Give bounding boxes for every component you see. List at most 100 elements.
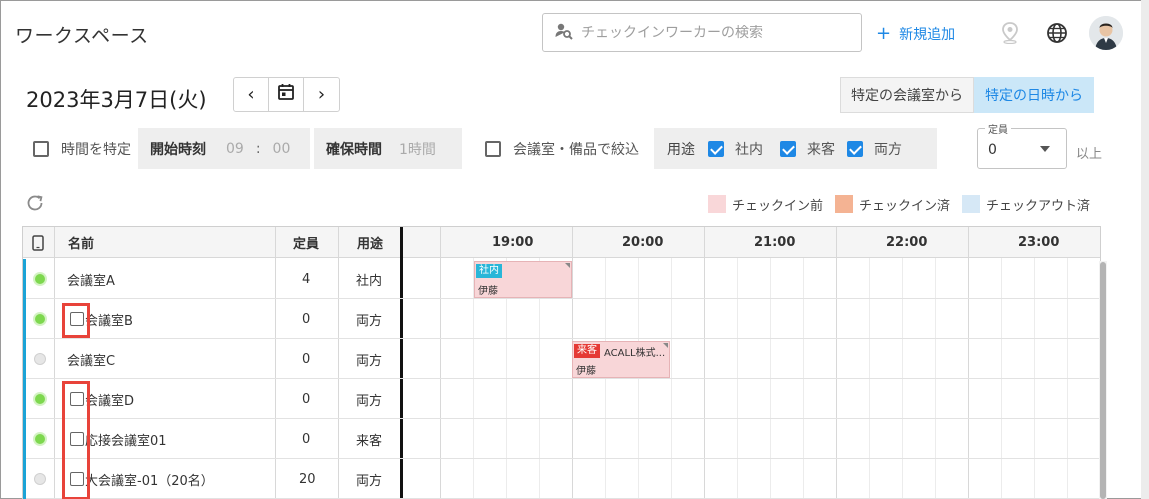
start-time-label: 開始時刻: [150, 141, 206, 158]
row-indicator: [23, 339, 26, 379]
user-avatar[interactable]: [1089, 16, 1123, 50]
status-dot: [35, 434, 45, 444]
hour-header-20: 20:00: [622, 235, 664, 250]
calendar-button[interactable]: [269, 78, 304, 111]
room-purpose: 来客: [356, 433, 383, 449]
row-indicator: [23, 299, 26, 339]
purpose-internal-label: 社内: [735, 141, 763, 158]
row-indicator: [23, 379, 26, 419]
start-minute-input[interactable]: 00: [273, 141, 291, 157]
room-capacity: 4: [302, 271, 311, 287]
room-capacity: 20: [299, 471, 316, 487]
room-name: 大会議室-01（20名）: [85, 473, 214, 489]
add-new-label: 新規追加: [899, 27, 956, 43]
table-row[interactable]: 会議室B 0 両方: [23, 299, 1100, 339]
status-legend: チェックイン前 チェックイン済 チェックアウト済: [708, 195, 1091, 214]
view-by-room-button[interactable]: 特定の会議室から: [840, 77, 974, 113]
duration-select[interactable]: 1時間: [399, 139, 436, 159]
room-name: 会議室D: [85, 393, 135, 409]
purpose-label: 用途: [667, 141, 695, 158]
purpose-group: 用途 社内 来客 両方: [654, 128, 937, 169]
hour-header-21: 21:00: [754, 235, 796, 250]
reservation-person: 伊藤: [478, 286, 498, 297]
room-name[interactable]: 会議室C: [67, 339, 115, 379]
highlight-box: [62, 303, 90, 338]
view-by-datetime-button[interactable]: 特定の日時から: [974, 77, 1094, 113]
purpose-tag-internal: 社内: [476, 264, 502, 278]
status-dot: [35, 354, 45, 364]
chevron-left-icon: ‹: [247, 84, 255, 105]
room-purpose: 両方: [356, 313, 383, 329]
table-row[interactable]: 会議室C 0 両方: [23, 339, 1100, 379]
search-input[interactable]: [581, 24, 851, 41]
legend-swatch-before-checkin: [708, 195, 726, 213]
purpose-both-checkbox[interactable]: [847, 140, 863, 157]
table-row[interactable]: 会議室D 0 両方: [23, 379, 1100, 419]
purpose-internal-checkbox[interactable]: [708, 140, 724, 157]
room-name: 会議室B: [85, 313, 133, 329]
filter-bar: 時間を特定 開始時刻 09 : 00 確保時間 1時間 会議室・備品で絞込 用途…: [26, 128, 937, 169]
device-icon: [32, 235, 44, 255]
capacity-value: 0: [988, 142, 997, 158]
reservation-block[interactable]: 社内 伊藤: [474, 261, 572, 298]
status-dot: [35, 474, 45, 484]
capacity-legend: 定員: [985, 121, 1011, 136]
table-header: 名前 定員 用途 19:00 20:00 21:00 22:00 23:00: [23, 227, 1100, 258]
narrow-by-room-checkbox[interactable]: [485, 140, 501, 157]
caret-down-icon: [1040, 146, 1050, 152]
capacity-select[interactable]: 定員 0: [977, 121, 1067, 169]
legend-swatch-checked-out: [962, 195, 981, 213]
add-new-button[interactable]: + 新規追加: [876, 24, 955, 44]
room-name: 応接会議室01: [85, 433, 167, 449]
room-name-cell[interactable]: 大会議室-01（20名）: [70, 459, 214, 499]
hour-header-19: 19:00: [492, 235, 534, 250]
next-day-button[interactable]: ›: [304, 78, 339, 111]
narrow-by-room-label: 会議室・備品で絞込: [513, 141, 639, 158]
hour-header-22: 22:00: [886, 235, 928, 250]
refresh-icon[interactable]: [25, 193, 45, 217]
scrollbar-thumb[interactable]: [1100, 262, 1106, 499]
purpose-both-label: 両方: [874, 141, 902, 158]
row-indicator: [23, 259, 26, 299]
duration-label: 確保時間: [326, 141, 382, 158]
date-title: 2023年3月7日(火): [26, 88, 207, 112]
start-hour-input[interactable]: 09: [226, 141, 244, 157]
location-pin-icon[interactable]: [1001, 22, 1019, 48]
window-edge: [1141, 0, 1149, 499]
table-row[interactable]: 応接会議室01 0 来客: [23, 419, 1100, 459]
reservation-corner: [565, 263, 570, 268]
legend-checked-out: チェックアウト済: [986, 198, 1091, 214]
row-indicator: [23, 419, 26, 459]
view-toggle: 特定の会議室から 特定の日時から: [840, 77, 1094, 113]
globe-icon[interactable]: [1046, 22, 1068, 48]
purpose-tag-visitor: 来客: [574, 344, 600, 358]
status-dot: [35, 394, 45, 404]
legend-before-checkin: チェックイン前: [732, 198, 824, 214]
purpose-visitor-checkbox[interactable]: [780, 140, 796, 157]
calendar-icon: [277, 83, 295, 106]
col-header-name: 名前: [68, 237, 95, 252]
highlight-box: [62, 381, 90, 499]
reservation-block[interactable]: 来客 ACALL株式... 伊藤: [572, 341, 670, 378]
reservation-title: ACALL株式...: [604, 348, 666, 359]
specify-time-checkbox[interactable]: [33, 140, 49, 157]
room-purpose: 両方: [356, 473, 383, 489]
room-name[interactable]: 会議室A: [67, 259, 115, 299]
duration-group: 確保時間 1時間: [314, 128, 462, 169]
table-row[interactable]: 大会議室-01（20名） 20 両方: [23, 459, 1100, 499]
date-navigation: ‹ ›: [233, 77, 340, 112]
status-dot: [35, 274, 45, 284]
legend-checked-in: チェックイン済: [859, 198, 951, 214]
reservation-corner: [663, 343, 668, 348]
legend-swatch-checked-in: [835, 195, 854, 213]
worker-search-box[interactable]: [542, 13, 862, 52]
room-capacity: 0: [302, 311, 311, 327]
specify-time-label: 時間を特定: [61, 141, 131, 158]
hour-header-23: 23:00: [1018, 235, 1060, 250]
room-capacity: 0: [302, 351, 311, 367]
room-capacity: 0: [302, 391, 311, 407]
person-search-icon: [555, 22, 573, 44]
plus-icon: +: [876, 23, 892, 44]
purpose-visitor-label: 来客: [807, 141, 835, 158]
prev-day-button[interactable]: ‹: [234, 78, 269, 111]
